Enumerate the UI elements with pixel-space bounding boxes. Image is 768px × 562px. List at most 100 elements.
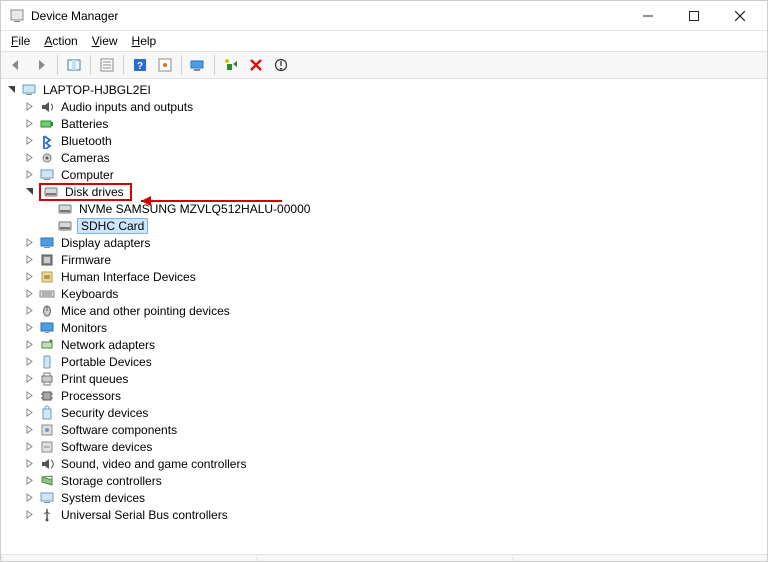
tree-expander[interactable] (23, 441, 35, 453)
tree-node-label: Firmware (59, 253, 113, 267)
tree-category-node[interactable]: Firmware (23, 251, 767, 268)
tree-node-label: Display adapters (59, 236, 152, 250)
tree-category-node[interactable]: Computer (23, 166, 767, 183)
menu-action[interactable]: Action (38, 32, 83, 50)
toolbar-separator (214, 55, 215, 75)
tree-expander[interactable] (23, 288, 35, 300)
device-tree[interactable]: LAPTOP-HJBGL2EIAudio inputs and outputsB… (1, 79, 767, 554)
keyboard-icon (39, 286, 55, 302)
tree-category-node[interactable]: Batteries (23, 115, 767, 132)
tree-category-node[interactable]: Storage controllers (23, 472, 767, 489)
battery-icon (39, 116, 55, 132)
tree-category-node[interactable]: Processors (23, 387, 767, 404)
tree-category-node[interactable]: System devices (23, 489, 767, 506)
tree-category-node[interactable]: Sound, video and game controllers (23, 455, 767, 472)
forward-button[interactable] (30, 54, 52, 76)
tree-category-node[interactable]: Cameras (23, 149, 767, 166)
tree-node-label: Mice and other pointing devices (59, 304, 232, 318)
tree-node-label: Processors (59, 389, 123, 403)
tree-expander[interactable] (23, 407, 35, 419)
menu-view[interactable]: View (86, 32, 124, 50)
tree-category-node[interactable]: Monitors (23, 319, 767, 336)
tree-node-label: Human Interface Devices (59, 270, 198, 284)
update-driver-button[interactable] (220, 54, 242, 76)
tree-category-node[interactable]: Disk drives (23, 183, 767, 200)
tree-expander[interactable] (23, 101, 35, 113)
tree-category-node[interactable]: Portable Devices (23, 353, 767, 370)
toolbar-separator (90, 55, 91, 75)
tree-expander[interactable] (23, 424, 35, 436)
annotation-highlight: Disk drives (39, 183, 132, 201)
tree-expander[interactable] (23, 492, 35, 504)
tree-category-node[interactable]: Software components (23, 421, 767, 438)
tree-category-node[interactable]: Keyboards (23, 285, 767, 302)
tree-node-label: NVMe SAMSUNG MZVLQ512HALU-00000 (77, 202, 312, 216)
window-title: Device Manager (31, 9, 625, 23)
tree-expander[interactable] (23, 152, 35, 164)
tree-category-node[interactable]: Security devices (23, 404, 767, 421)
tree-expander[interactable] (5, 84, 17, 96)
softdev-icon (39, 439, 55, 455)
camera-icon (39, 150, 55, 166)
tree-node-label: Storage controllers (59, 474, 164, 488)
tree-expander[interactable] (23, 271, 35, 283)
menu-file[interactable]: File (5, 32, 36, 50)
tree-expander[interactable] (23, 390, 35, 402)
tree-category-node[interactable]: Audio inputs and outputs (23, 98, 767, 115)
tree-node-label: Monitors (59, 321, 109, 335)
back-button[interactable] (5, 54, 27, 76)
tree-category-node[interactable]: Display adapters (23, 234, 767, 251)
tree-expander[interactable] (23, 475, 35, 487)
tree-node-label: Security devices (59, 406, 150, 420)
help-button[interactable]: ? (129, 54, 151, 76)
tree-expander[interactable] (23, 356, 35, 368)
action-button[interactable] (154, 54, 176, 76)
tree-device-node[interactable]: NVMe SAMSUNG MZVLQ512HALU-00000 (41, 200, 767, 217)
tree-node-label: Print queues (59, 372, 130, 386)
disk-icon (57, 218, 73, 234)
tree-category-node[interactable]: Software devices (23, 438, 767, 455)
tree-category-node[interactable]: Bluetooth (23, 132, 767, 149)
tree-expander[interactable] (23, 305, 35, 317)
tree-expander[interactable] (23, 135, 35, 147)
disable-button[interactable] (270, 54, 292, 76)
portable-icon (39, 354, 55, 370)
tree-node-label: Cameras (59, 151, 112, 165)
properties-button[interactable] (96, 54, 118, 76)
statusbar (1, 554, 767, 561)
monitor-icon (39, 320, 55, 336)
tree-category-node[interactable]: Human Interface Devices (23, 268, 767, 285)
tree-node-label: Portable Devices (59, 355, 154, 369)
tree-node-label: Disk drives (63, 185, 126, 199)
menu-help[interactable]: Help (126, 32, 163, 50)
tree-expander[interactable] (23, 186, 35, 198)
maximize-button[interactable] (671, 1, 717, 31)
security-icon (39, 405, 55, 421)
hid-icon (39, 269, 55, 285)
bluetooth-icon (39, 133, 55, 149)
tree-category-node[interactable]: Network adapters (23, 336, 767, 353)
tree-expander[interactable] (23, 118, 35, 130)
tree-root-node[interactable]: LAPTOP-HJBGL2EI (5, 81, 767, 98)
tree-expander[interactable] (23, 339, 35, 351)
show-hidden-button[interactable] (63, 54, 85, 76)
tree-device-node[interactable]: SDHC Card (41, 217, 767, 234)
disk-icon (57, 201, 73, 217)
tree-expander[interactable] (23, 169, 35, 181)
close-button[interactable] (717, 1, 763, 31)
tree-category-node[interactable]: Universal Serial Bus controllers (23, 506, 767, 523)
tree-node-label: Keyboards (59, 287, 120, 301)
tree-expander[interactable] (23, 458, 35, 470)
tree-expander[interactable] (23, 322, 35, 334)
scan-hardware-button[interactable] (187, 54, 209, 76)
tree-category-node[interactable]: Print queues (23, 370, 767, 387)
tree-node-label: System devices (59, 491, 147, 505)
minimize-button[interactable] (625, 1, 671, 31)
uninstall-button[interactable] (245, 54, 267, 76)
tree-expander[interactable] (23, 509, 35, 521)
tree-expander[interactable] (23, 373, 35, 385)
tree-expander[interactable] (23, 254, 35, 266)
tree-category-node[interactable]: Mice and other pointing devices (23, 302, 767, 319)
tree-expander[interactable] (23, 237, 35, 249)
tree-node-label: Bluetooth (59, 134, 114, 148)
